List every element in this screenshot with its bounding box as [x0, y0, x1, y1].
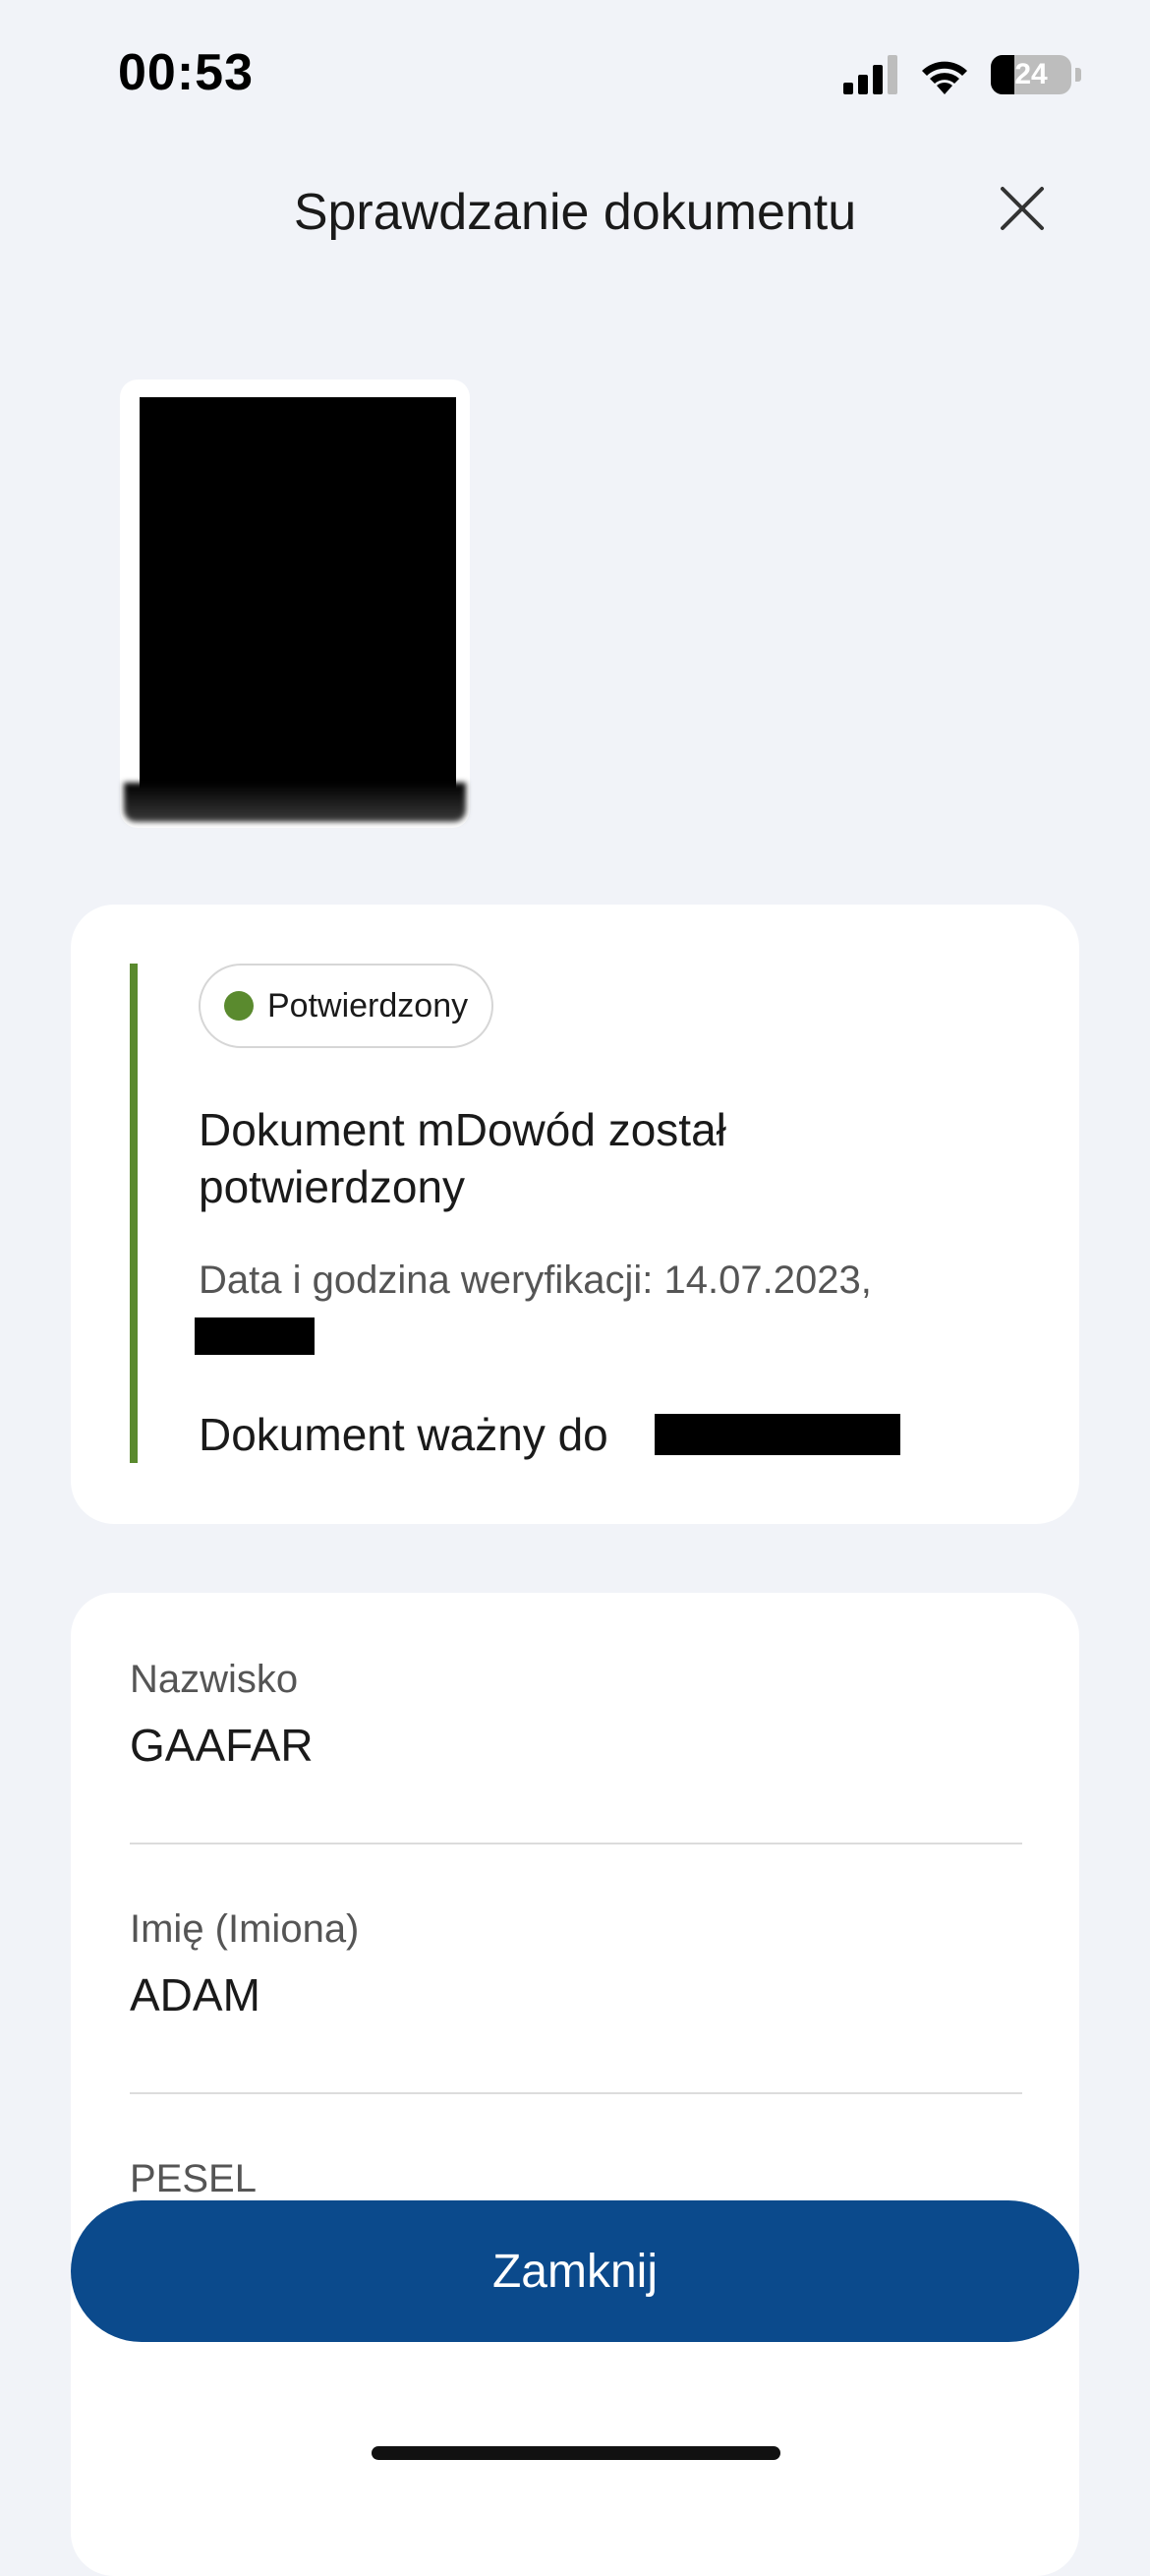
divider: [130, 2092, 1022, 2094]
status-time: 00:53: [118, 44, 254, 101]
field-value-given-names: ADAM: [130, 1969, 260, 2020]
status-accent-bar: [130, 964, 138, 1463]
status-badge-label: Potwierdzony: [267, 986, 469, 1025]
photo-redaction-edge: [124, 783, 466, 822]
valid-until-redaction: [655, 1414, 900, 1455]
status-dot-icon: [224, 991, 254, 1021]
wifi-icon: [922, 61, 967, 94]
status-badge: Potwierdzony: [199, 964, 494, 1048]
field-label-surname: Nazwisko: [130, 1658, 299, 1701]
status-icons: 24: [843, 51, 1081, 98]
verification-time-redaction: [195, 1317, 315, 1355]
home-indicator: [372, 2446, 780, 2460]
photo-redaction: [140, 397, 456, 800]
verification-datetime: Data i godzina weryfikacji: 14.07.2023,: [199, 1259, 872, 1302]
status-bar: 00:53 24: [0, 0, 1150, 147]
status-heading: Dokument mDowód został potwierdzony: [199, 1104, 726, 1212]
divider: [130, 1843, 1022, 1844]
field-value-surname: GAAFAR: [130, 1720, 314, 1771]
personal-data-card: Nazwisko GAAFAR Imię (Imiona) ADAM PESEL: [71, 1593, 1079, 2576]
battery-tip: [1075, 68, 1081, 82]
close-button[interactable]: Zamknij: [71, 2200, 1079, 2342]
field-label-given-names: Imię (Imiona): [130, 1907, 360, 1951]
document-photo: [120, 380, 470, 828]
battery-percentage: 24: [1014, 58, 1048, 90]
battery-icon: 24: [991, 55, 1071, 94]
verification-status-card: Potwierdzony Dokument mDowód został potw…: [71, 905, 1079, 1524]
page-title: Sprawdzanie dokumentu: [293, 184, 857, 241]
valid-until-label: Dokument ważny do: [199, 1409, 608, 1460]
close-icon[interactable]: [993, 179, 1052, 238]
field-label-pesel: PESEL: [130, 2157, 257, 2200]
cellular-signal-icon: [843, 55, 897, 94]
